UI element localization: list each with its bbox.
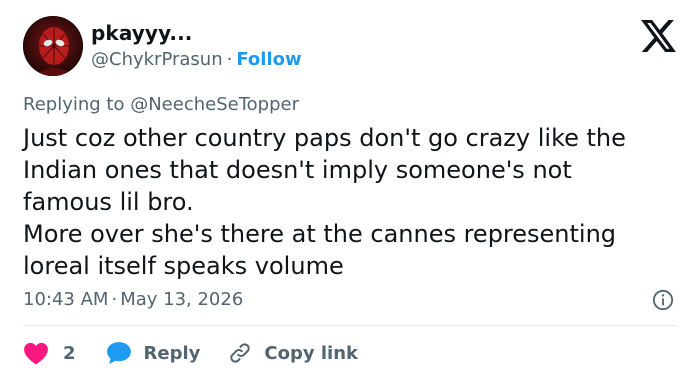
tweet-text-line: famous lil bro. xyxy=(23,188,194,216)
tweet-time: 10:43 AM xyxy=(23,289,109,310)
tweet-card: pkayyy... @ChykrPrasun · Follow Replying t… xyxy=(0,0,700,379)
avatar-image xyxy=(23,16,83,76)
tweet-timestamp[interactable]: 10:43 AM · May 13, 2026 xyxy=(23,289,243,310)
tweet-text: Just coz other country paps don't go cra… xyxy=(23,122,683,282)
tweet-text-line: More over she's there at the cannes repr… xyxy=(23,220,617,248)
reply-label: Reply xyxy=(143,342,201,364)
divider xyxy=(23,325,677,326)
link-icon xyxy=(230,343,251,363)
copy-link-button[interactable]: Copy link xyxy=(228,341,358,365)
like-button[interactable]: 2 xyxy=(23,341,76,365)
speech-bubble-icon xyxy=(106,342,131,365)
tweet-text-line: Indian ones that doesn't imply someone's… xyxy=(23,156,572,184)
display-name[interactable]: pkayyy... xyxy=(91,21,192,45)
tweet-date: May 13, 2026 xyxy=(120,289,244,310)
separator-dot: · xyxy=(226,49,233,70)
separator-dot: · xyxy=(111,289,118,310)
heart-icon xyxy=(24,342,48,365)
copy-link-label: Copy link xyxy=(264,342,358,364)
reply-context-prefix: Replying to xyxy=(23,94,125,115)
avatar[interactable] xyxy=(23,16,83,76)
tweet-text-line: Just coz other country paps don't go cra… xyxy=(23,124,626,152)
x-logo-icon[interactable] xyxy=(641,20,676,52)
info-icon[interactable] xyxy=(652,289,674,311)
action-bar: 2 Reply Copy link xyxy=(23,336,358,370)
follow-button[interactable]: Follow xyxy=(236,49,301,70)
reply-button[interactable]: Reply xyxy=(106,341,201,365)
reply-mention-link[interactable]: @NeecheSeTopper xyxy=(130,94,299,115)
like-count: 2 xyxy=(63,342,76,364)
user-handle[interactable]: @ChykrPrasun xyxy=(91,49,223,70)
reply-context: Replying to @NeecheSeTopper xyxy=(23,94,299,115)
handle-row: @ChykrPrasun · Follow xyxy=(91,49,302,70)
tweet-text-line: loreal itself speaks volume xyxy=(23,252,344,280)
